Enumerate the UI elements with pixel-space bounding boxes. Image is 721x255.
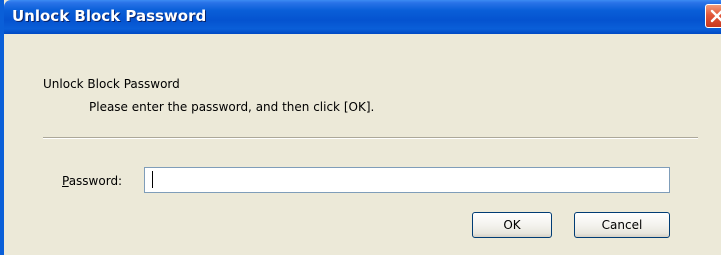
instruction-text: Please enter the password, and then clic… xyxy=(89,100,375,114)
separator xyxy=(43,137,698,139)
cancel-button[interactable]: Cancel xyxy=(574,212,670,238)
title-bar[interactable]: Unlock Block Password xyxy=(4,0,721,34)
password-label-accelerator: P xyxy=(62,174,69,188)
ok-button[interactable]: OK xyxy=(472,212,552,238)
close-button[interactable] xyxy=(705,4,721,28)
close-icon xyxy=(710,9,721,23)
dialog-heading: Unlock Block Password xyxy=(43,77,180,91)
password-label: Password: xyxy=(62,174,122,188)
password-label-text: assword: xyxy=(68,174,123,188)
password-input[interactable] xyxy=(144,167,670,193)
window-title: Unlock Block Password xyxy=(12,7,207,25)
text-cursor xyxy=(152,171,153,188)
